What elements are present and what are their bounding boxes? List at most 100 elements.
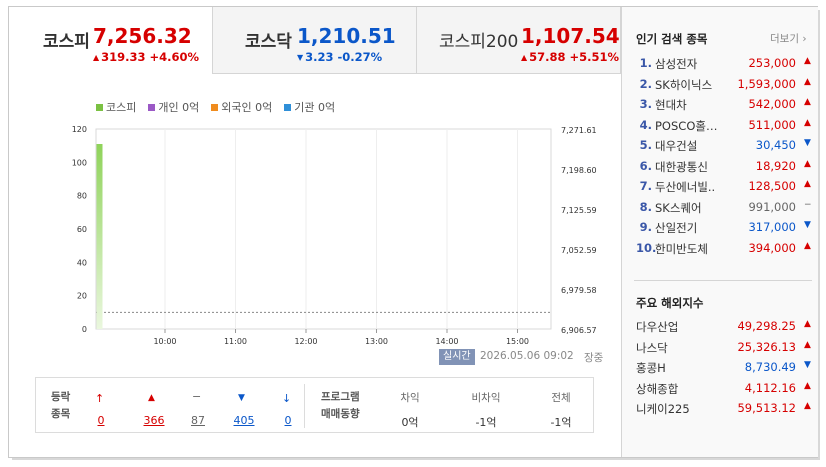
y-left-tick: 120	[72, 125, 87, 134]
legend-label: 기관 0억	[294, 101, 336, 114]
world-index-item[interactable]: 상해종합 4,112.16 ▲	[636, 381, 812, 401]
x-tick-label: 15:00	[506, 337, 529, 345]
tab-change: ▲ 319.33 +4.60%	[93, 50, 199, 64]
world-index-item[interactable]: 다우산업 49,298.25 ▲	[636, 319, 812, 339]
rank-number: 7.	[639, 179, 652, 193]
program-label-2: 매매동향	[321, 408, 360, 420]
x-tick-label: 11:00	[224, 337, 247, 345]
legend-item-individual: 개인 0억	[148, 99, 199, 115]
index-name: 상해종합	[636, 381, 679, 396]
up-triangle-icon: ▲	[804, 319, 811, 329]
popular-item[interactable]: 8. SK스퀘어 991,000−	[636, 200, 812, 220]
market-breadth-box: 등락 종목 ↑ 0 ▲ 366 − 87 ▼ 405 ↓ 0 프로그램 매매동향…	[35, 377, 594, 433]
rank-number: 4.	[639, 117, 652, 132]
x-tick-label: 10:00	[153, 337, 176, 345]
legend-swatch	[211, 103, 219, 111]
world-index-item[interactable]: 나스닥 25,326.13 ▲	[636, 340, 812, 360]
upper-limit-count[interactable]: 0	[86, 414, 116, 427]
stock-price: 30,450	[755, 138, 796, 152]
market-widget: 코스피 7,256.32 ▲ 319.33 +4.60% 코스닥 1,210.51…	[8, 6, 818, 458]
tab-change-text: 3.23 -0.27%	[305, 50, 383, 64]
index-name: 나스닥	[636, 340, 668, 355]
popular-item[interactable]: 1. 삼성전자 253,000 ▲	[636, 56, 812, 76]
legend-item-kospi: 코스피	[96, 99, 136, 115]
session-status: 장중	[584, 352, 604, 364]
stock-price: 18,920	[755, 158, 796, 173]
up-triangle-icon: ▲	[804, 117, 811, 128]
tab-kospi200[interactable]: 코스피200 1,107.54 ▲ 57.88 +5.51%	[417, 7, 621, 74]
y-right-tick: 7,271.61	[561, 126, 597, 135]
index-value: 59,513.12	[737, 401, 796, 415]
rank-number: 5.	[639, 138, 652, 152]
index-chart: 120 100 80 60 40 20 0 7,271.61 7,198.60 7,125.59 7…	[72, 125, 597, 345]
more-link[interactable]: 더보기 ›	[770, 31, 807, 46]
breadth-label-2: 종목	[51, 408, 71, 420]
down-triangle-icon: ▼	[804, 138, 811, 148]
lower-limit-count[interactable]: 0	[273, 414, 303, 427]
popular-item[interactable]: 5. 대우건설 30,450 ▼	[636, 138, 812, 158]
flat-count[interactable]: 87	[183, 414, 213, 427]
up-triangle-icon: ▲	[804, 179, 811, 189]
y-left-tick: 80	[77, 192, 87, 201]
popular-item[interactable]: 3. 현대차 542,000 ▲	[636, 97, 812, 117]
realtime-badge[interactable]: 실시간	[439, 349, 475, 365]
up-triangle-icon: ▲	[804, 158, 811, 169]
kospi-bar	[96, 144, 103, 329]
popular-item[interactable]: 2. SK하이닉스 1,593,000 ▲	[636, 77, 812, 97]
popular-item[interactable]: 4. POSCO홀… 511,000 ▲	[636, 118, 812, 138]
stock-name: 현대차	[655, 98, 687, 112]
tab-name: 코스피200	[439, 32, 519, 52]
stock-price: 542,000	[748, 97, 796, 111]
y-right-tick: 7,125.59	[561, 206, 597, 215]
world-index-item[interactable]: 홍콩H 8,730.49 ▼	[636, 360, 812, 380]
up-triangle-icon: ▲	[93, 53, 100, 62]
up-triangle-icon: ▲	[804, 339, 811, 350]
world-index-item[interactable]: 니케이225 59,513.12 ▲	[636, 401, 812, 421]
chevron-right-icon: ›	[798, 33, 807, 45]
tab-name: 코스닥	[245, 32, 292, 52]
up-triangle-icon: ▲	[521, 53, 528, 62]
stock-name: 산일전기	[655, 221, 698, 235]
rank-number: 6.	[639, 158, 652, 173]
y-right-tick: 7,198.60	[561, 166, 597, 175]
index-name: 홍콩H	[636, 361, 666, 375]
rank-number: 9.	[639, 220, 652, 234]
total-value: -1억	[550, 416, 572, 429]
stock-price: 317,000	[748, 220, 796, 234]
fall-icon: ▼	[238, 393, 245, 403]
popular-item[interactable]: 7. 두산에너빌.. 128,500 ▲	[636, 179, 812, 199]
legend-item-foreign: 외국인 0억	[211, 99, 272, 115]
tab-value: 1,210.51	[297, 24, 396, 48]
stock-price: 1,593,000	[737, 76, 796, 91]
tab-kospi[interactable]: 코스피 7,256.32 ▲ 319.33 +4.60%	[9, 7, 213, 74]
tab-change-text: 319.33 +4.60%	[101, 50, 200, 64]
up-triangle-icon: ▲	[804, 56, 811, 66]
dash-icon: −	[804, 199, 812, 210]
more-link-text: 더보기	[770, 33, 799, 45]
popular-item[interactable]: 9. 산일전기 317,000 ▼	[636, 220, 812, 240]
total-label: 전체	[551, 392, 571, 404]
fall-count[interactable]: 405	[229, 414, 259, 427]
lower-limit-icon: ↓	[282, 392, 292, 405]
rise-count[interactable]: 366	[139, 414, 169, 427]
index-value: 49,298.25	[737, 319, 796, 333]
divider	[304, 384, 305, 428]
tab-value: 1,107.54	[521, 24, 620, 48]
rank-number: 1.	[639, 56, 652, 70]
up-triangle-icon: ▲	[804, 380, 811, 391]
down-triangle-icon: ▼	[297, 53, 304, 62]
stock-name: 두산에너빌..	[655, 180, 716, 194]
popular-item[interactable]: 6. 대한광통신 18,920 ▲	[636, 159, 812, 179]
y-left-tick: 20	[77, 292, 87, 301]
x-tick-label: 12:00	[294, 337, 317, 345]
stock-name: POSCO홀…	[655, 118, 718, 133]
popular-item[interactable]: 10. 한미반도체 394,000 ▲	[636, 241, 812, 261]
breadth-label-1: 등락	[51, 391, 71, 403]
legend-label: 외국인 0억	[221, 101, 273, 114]
stock-price: 991,000	[748, 199, 796, 214]
stock-name: 대한광통신	[655, 159, 708, 174]
y-left-tick: 40	[77, 258, 87, 267]
rank-number: 10.	[636, 240, 657, 255]
non-arbitrage-value: -1억	[475, 416, 497, 429]
tab-kosdaq[interactable]: 코스닥 1,210.51 ▼ 3.23 -0.27%	[213, 7, 417, 74]
